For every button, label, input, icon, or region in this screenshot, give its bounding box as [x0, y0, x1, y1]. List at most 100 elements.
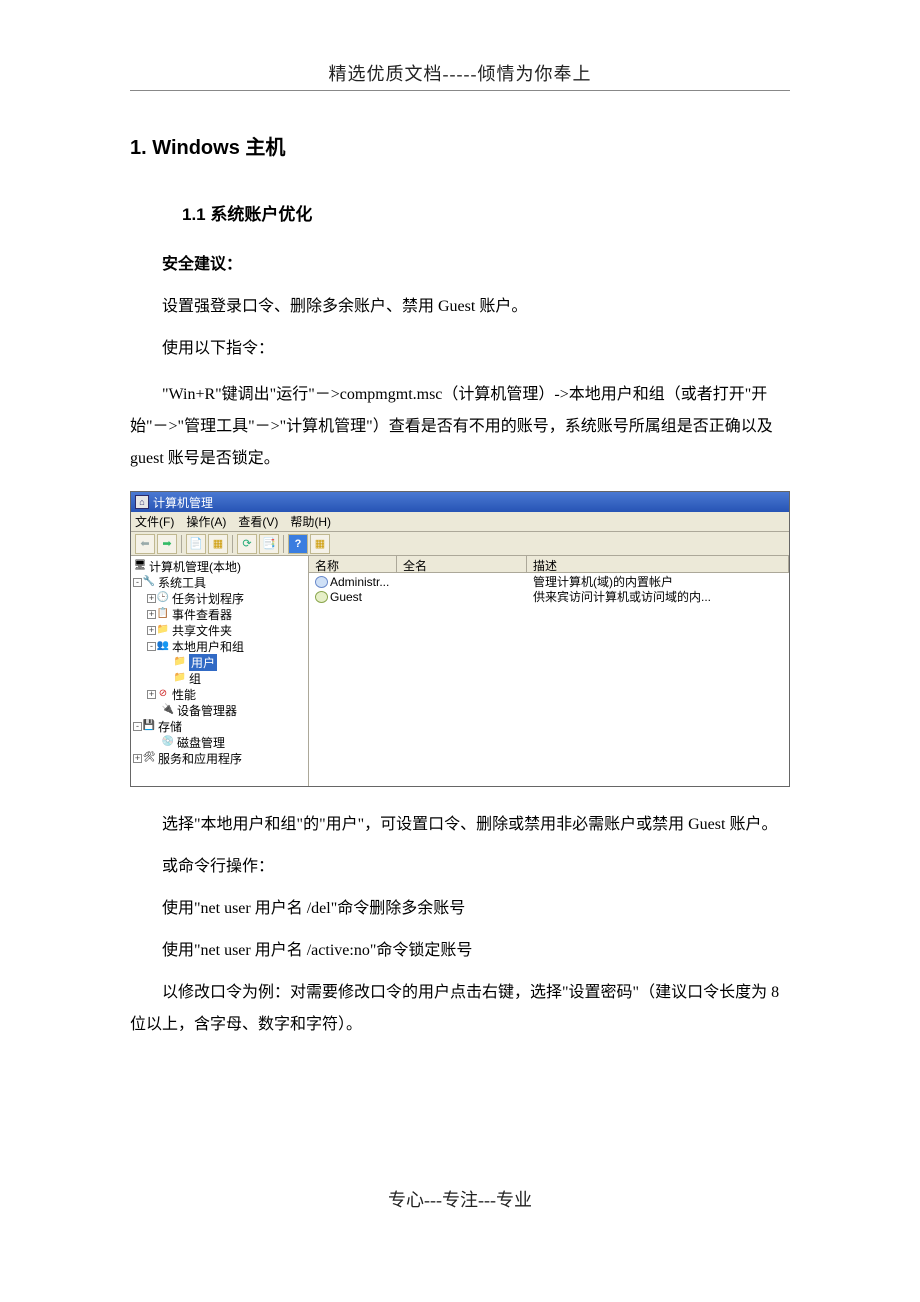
- document-page: 精选优质文档-----倾情为你奉上 1. Windows 主机 1.1 系统账户…: [0, 0, 920, 1041]
- cell-text: Administr...: [330, 575, 389, 589]
- app-icon: ⌂: [135, 495, 149, 509]
- computer-icon: 🖥: [133, 560, 147, 572]
- toolbar: ⬅ ➡ 📄 ▦ ⟳ 📑 ? ▦: [131, 532, 789, 556]
- tree-services[interactable]: + 🛠 服务和应用程序: [133, 750, 306, 766]
- tree-label: 共享文件夹: [172, 622, 232, 639]
- tree-label: 事件查看器: [172, 606, 232, 623]
- list-header: 名称 全名 描述: [309, 556, 789, 573]
- window-title: 计算机管理: [153, 494, 213, 511]
- expand-icon[interactable]: +: [147, 610, 156, 619]
- heading-1: 1. Windows 主机: [130, 131, 790, 160]
- content-panes: 🖥 计算机管理(本地) - 🔧 系统工具 + 🕒 任务计划程序 + 📋 事件查看…: [131, 556, 789, 786]
- header-rule: [130, 90, 790, 91]
- tree-label-selected: 用户: [189, 654, 217, 671]
- list-pane: 名称 全名 描述 Administr... 管理计算机(域)的内置帐户: [309, 556, 789, 786]
- share-icon: 📁: [156, 624, 170, 636]
- para-7: 使用"net user 用户名 /active:no"命令锁定账号: [130, 935, 790, 967]
- forward-button[interactable]: ➡: [157, 534, 177, 554]
- label-suggestion: 安全建议：: [130, 249, 790, 281]
- perf-icon: ⊘: [156, 688, 170, 700]
- expand-icon[interactable]: +: [147, 690, 156, 699]
- tree-event[interactable]: + 📋 事件查看器: [133, 606, 306, 622]
- tree-root-label: 计算机管理(本地): [149, 558, 241, 575]
- list-body: Administr... 管理计算机(域)的内置帐户 Guest 供来宾访问计算…: [309, 573, 789, 786]
- cell-desc: 供来宾访问计算机或访问域的内...: [527, 588, 789, 605]
- tree-label: 组: [189, 670, 201, 687]
- tree-devmgr[interactable]: 🔌 设备管理器: [133, 702, 306, 718]
- help-button[interactable]: ?: [288, 534, 308, 554]
- disk-icon: 💿: [161, 736, 175, 748]
- tree-label: 服务和应用程序: [158, 750, 242, 767]
- tree-perf[interactable]: + ⊘ 性能: [133, 686, 306, 702]
- menu-view[interactable]: 查看(V): [238, 513, 278, 530]
- event-icon: 📋: [156, 608, 170, 620]
- collapse-icon[interactable]: -: [133, 722, 142, 731]
- compmgmt-screenshot: ⌂ 计算机管理 文件(F) 操作(A) 查看(V) 帮助(H) ⬅ ➡ 📄 ▦ …: [130, 491, 790, 787]
- tree-users[interactable]: 📁 用户: [133, 654, 306, 670]
- col-name[interactable]: 名称: [309, 556, 397, 572]
- col-desc[interactable]: 描述: [527, 556, 789, 572]
- tree-label: 磁盘管理: [177, 734, 225, 751]
- para-8: 以修改口令为例：对需要修改口令的用户点击右键，选择"设置密码"（建议口令长度为 …: [130, 977, 790, 1041]
- expand-icon[interactable]: +: [147, 594, 156, 603]
- para-4: 选择"本地用户和组"的"用户"，可设置口令、删除或禁用非必需账户或禁用 Gues…: [130, 809, 790, 841]
- cell-name: Guest: [309, 590, 397, 604]
- folder-icon: 📁: [173, 672, 187, 684]
- tree-label: 性能: [172, 686, 196, 703]
- back-button[interactable]: ⬅: [135, 534, 155, 554]
- users-icon: 👥: [156, 640, 170, 652]
- menu-help[interactable]: 帮助(H): [290, 513, 331, 530]
- folder-icon: 🔧: [142, 576, 156, 588]
- user-icon: [315, 576, 328, 588]
- collapse-icon[interactable]: -: [147, 642, 156, 651]
- cell-text: Guest: [330, 590, 362, 604]
- para-3: "Win+R"键调出"运行"－>compmgmt.msc（计算机管理）->本地用…: [130, 379, 790, 475]
- tree-label: 任务计划程序: [172, 590, 244, 607]
- tree-groups[interactable]: 📁 组: [133, 670, 306, 686]
- toolbar-separator: [232, 535, 233, 553]
- up-button[interactable]: 📄: [186, 534, 206, 554]
- list-row[interactable]: Guest 供来宾访问计算机或访问域的内...: [309, 589, 789, 604]
- page-header: 精选优质文档-----倾情为你奉上: [130, 60, 790, 86]
- expand-icon[interactable]: +: [133, 754, 142, 763]
- tree-localusers[interactable]: - 👥 本地用户和组: [133, 638, 306, 654]
- toolbar-separator: [283, 535, 284, 553]
- tree-label: 本地用户和组: [172, 638, 244, 655]
- tree-systools[interactable]: - 🔧 系统工具: [133, 574, 306, 590]
- menu-action[interactable]: 操作(A): [186, 513, 226, 530]
- tree-share[interactable]: + 📁 共享文件夹: [133, 622, 306, 638]
- view-button[interactable]: ▦: [310, 534, 330, 554]
- toolbar-separator: [181, 535, 182, 553]
- menubar: 文件(F) 操作(A) 查看(V) 帮助(H): [131, 512, 789, 532]
- storage-icon: 💾: [142, 720, 156, 732]
- collapse-icon[interactable]: -: [133, 578, 142, 587]
- para-6: 使用"net user 用户名 /del"命令删除多余账号: [130, 893, 790, 925]
- tree-diskmgmt[interactable]: 💿 磁盘管理: [133, 734, 306, 750]
- tree-root[interactable]: 🖥 计算机管理(本地): [133, 558, 306, 574]
- col-fullname[interactable]: 全名: [397, 556, 527, 572]
- tree-storage[interactable]: - 💾 存储: [133, 718, 306, 734]
- heading-1-1: 1.1 系统账户优化: [182, 200, 790, 225]
- cell-name: Administr...: [309, 575, 397, 589]
- menu-file[interactable]: 文件(F): [135, 513, 174, 530]
- expand-icon[interactable]: +: [147, 626, 156, 635]
- export-button[interactable]: 📑: [259, 534, 279, 554]
- properties-button[interactable]: ▦: [208, 534, 228, 554]
- list-row[interactable]: Administr... 管理计算机(域)的内置帐户: [309, 574, 789, 589]
- device-icon: 🔌: [161, 704, 175, 716]
- window-titlebar: ⌂ 计算机管理: [131, 492, 789, 512]
- services-icon: 🛠: [142, 752, 156, 764]
- tree-label: 存储: [158, 718, 182, 735]
- nav-tree[interactable]: 🖥 计算机管理(本地) - 🔧 系统工具 + 🕒 任务计划程序 + 📋 事件查看…: [131, 556, 309, 786]
- para-2: 使用以下指令：: [130, 333, 790, 365]
- clock-icon: 🕒: [156, 592, 170, 604]
- tree-task[interactable]: + 🕒 任务计划程序: [133, 590, 306, 606]
- page-footer: 专心---专注---专业: [0, 1186, 920, 1212]
- folder-icon: 📁: [173, 656, 187, 668]
- user-icon: [315, 591, 328, 603]
- para-1: 设置强登录口令、删除多余账户、禁用 Guest 账户。: [130, 291, 790, 323]
- para-5: 或命令行操作：: [130, 851, 790, 883]
- tree-label: 系统工具: [158, 574, 206, 591]
- tree-label: 设备管理器: [177, 702, 237, 719]
- refresh-button[interactable]: ⟳: [237, 534, 257, 554]
